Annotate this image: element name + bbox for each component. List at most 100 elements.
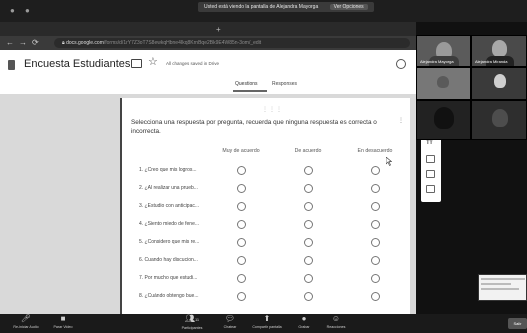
thumbnail-line [481,288,519,290]
form-body: ⋮⋮⋮ Selecciona una respuesta por pregunt… [0,94,416,314]
row-label: 8. ¿Cuándo obtengo bue... [139,293,199,299]
radio-button[interactable] [371,220,380,229]
share-banner: Usted está viendo la pantalla de Alejand… [198,2,374,12]
star-icon[interactable]: ☆ [148,55,158,68]
radio-button[interactable] [237,166,246,175]
tab-questions[interactable]: Questions [235,81,258,87]
column-header: En desacuerdo [357,148,393,154]
radio-button[interactable] [304,256,313,265]
share-banner-text: Usted está viendo la pantalla de Alejand… [204,4,319,10]
video-tile[interactable]: Alejandra Miranda [471,35,527,67]
row-label: 2. ¿Al realizar una prueb... [139,185,198,191]
mouse-cursor-icon [386,157,392,166]
participant-avatar [494,74,506,88]
radio-button[interactable] [304,166,313,175]
add-section-icon[interactable] [426,185,435,193]
video-tile[interactable] [471,67,527,100]
nav-arrows-icon[interactable]: ←→⟳ [6,37,44,49]
participant-name: Alejandra Mayorga [420,59,454,64]
radio-button[interactable] [304,184,313,193]
grid-row: 5. ¿Considero que mis re... [122,234,412,252]
radio-button[interactable] [371,166,380,175]
record-button[interactable]: ●︎ Grabar [292,314,316,333]
more-icon[interactable]: ⋮ [398,117,404,124]
radio-button[interactable] [304,238,313,247]
row-label: 1. ¿Creo que mis logros... [139,167,197,173]
question-card[interactable]: ⋮⋮⋮ Selecciona una respuesta por pregunt… [120,98,410,314]
radio-button[interactable] [371,256,380,265]
chat-button[interactable]: 💬︎ Chatear [217,314,243,333]
video-tile[interactable]: Alejandra Mayorga [416,35,471,67]
question-prompt: Selecciona una respuesta por pregunta, r… [131,119,377,135]
thumbnail-line [481,278,525,280]
video-tile[interactable] [416,67,471,100]
radio-button[interactable] [304,220,313,229]
saved-status: All changes saved in Drive [166,61,220,66]
radio-button[interactable] [371,202,380,211]
url-path: /forms/d/1rY7Z3oT7S8ewkqHbne4Ikq8KrnBqe2… [103,40,262,46]
participants-button[interactable]: 👥︎11 Participantes [172,314,212,333]
row-label: 6. Cuando hay discucion... [139,257,198,263]
microphone-icon: 🎤︎ [20,314,32,323]
radio-button[interactable] [237,220,246,229]
add-title-icon[interactable]: Tт [426,140,435,148]
folder-icon[interactable] [131,59,142,68]
camera-icon: ■︎ [60,314,66,323]
grid-row: 2. ¿Al realizar una prueb... [122,180,412,198]
radio-button[interactable] [237,184,246,193]
window-controls[interactable]: ● ● [10,6,34,15]
video-button[interactable]: ■︎ Parar Video [48,314,78,333]
participant-avatar [492,109,508,127]
participants-label: Participantes [181,326,203,330]
grid-column-headers: Muy de acuerdo De acuerdo En desacuerdo [122,148,412,158]
form-side-toolbar: Tт [421,138,441,202]
browser-tab-strip: Inbox (3) - ale.andra.mayorga@... × Encu… [0,22,416,89]
radio-button[interactable] [371,274,380,283]
video-label: Parar Video [53,325,73,329]
radio-button[interactable] [371,184,380,193]
radio-button[interactable] [304,292,313,301]
participant-avatar [437,76,449,88]
reactions-label: Reacciones [326,325,346,329]
forms-logo-icon[interactable] [8,60,15,70]
radio-button[interactable] [237,274,246,283]
new-tab-icon[interactable]: + [216,24,221,36]
radio-button[interactable] [237,292,246,301]
radio-button[interactable] [237,256,246,265]
grid-row: 3. ¿Estudio con anticipac... [122,198,412,216]
radio-button[interactable] [304,274,313,283]
participant-name: Alejandra Miranda [475,59,508,64]
row-label: 4. ¿Siento miedo de fene... [139,221,200,227]
drag-handle-icon[interactable]: ⋮⋮⋮ [262,106,283,113]
participant-avatar [492,40,507,57]
share-screen-icon: ⬆︎ [263,314,271,323]
view-options-button[interactable]: Ver Opciones [329,4,368,10]
address-row: ←→⟳ 🔒︎ docs.google.com/forms/d/1rY7Z3oT7… [0,36,416,50]
radio-button[interactable] [371,238,380,247]
thumbnail-line [481,283,511,285]
participants-count: 11 [195,317,200,322]
share-screen-button[interactable]: ⬆︎ Compartir pantalla [245,314,289,333]
participant-avatar [434,107,454,129]
radio-button[interactable] [304,202,313,211]
column-header: De acuerdo [294,148,322,154]
radio-button[interactable] [237,238,246,247]
leave-button[interactable]: Salir [508,318,527,329]
radio-button[interactable] [237,202,246,211]
reactions-button[interactable]: ☺︎ Reacciones [318,314,354,333]
palette-icon[interactable] [396,59,406,69]
form-title[interactable]: Encuesta Estudiantes [24,58,130,70]
video-tile[interactable] [471,100,527,140]
forms-header: Encuesta Estudiantes ☆ All changes saved… [0,50,416,94]
screen-thumbnail[interactable] [478,274,527,301]
grid-row: 7. Por mucho que estudi... [122,270,412,288]
grid-row: 1. ¿Creo que mis logros... [122,162,412,180]
url-bar[interactable]: 🔒︎ docs.google.com/forms/d/1rY7Z3oT7S8ew… [54,38,410,48]
chat-label: Chatear [223,325,237,329]
add-video-icon[interactable] [426,170,435,178]
radio-button[interactable] [371,292,380,301]
add-image-icon[interactable] [426,155,435,163]
video-tile[interactable] [416,100,471,140]
audio-button[interactable]: 🎤︎ Re-iniciar Audio [6,314,46,333]
tab-responses[interactable]: Responses [272,81,297,87]
